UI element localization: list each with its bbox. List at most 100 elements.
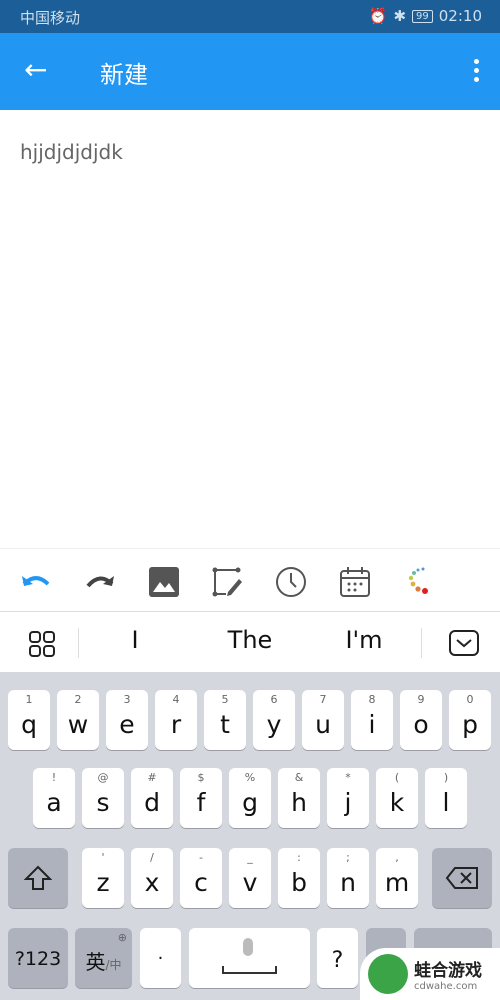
- language-key[interactable]: ⊕ 英/中: [75, 928, 132, 988]
- divider: [421, 628, 422, 658]
- key-label: l: [442, 788, 450, 817]
- keyboard: , m; n: b _ v - c / x ' z) l(k * j & h% g $ f # d @ s! a 0 p 9 o 8 i 7 u…: [0, 672, 500, 1000]
- key-secondary: 4: [172, 693, 180, 706]
- color-palette-icon[interactable]: [402, 565, 436, 599]
- key-z[interactable]: ' z: [82, 848, 124, 908]
- key-secondary: 7: [319, 693, 327, 706]
- key-n[interactable]: ; n: [327, 848, 369, 908]
- dot-key[interactable]: ·: [140, 928, 181, 988]
- suggestion-bar: I The I'm: [0, 612, 500, 672]
- alarm-icon: ⏰: [368, 7, 388, 25]
- battery-icon: 99: [412, 9, 433, 23]
- editor-toolbar: [0, 548, 500, 612]
- symbols-key[interactable]: ?123: [8, 928, 68, 988]
- key-label: f: [196, 788, 206, 817]
- more-options-icon[interactable]: [472, 59, 480, 82]
- key-g[interactable]: % g: [229, 768, 271, 828]
- bluetooth-icon: ✱: [393, 7, 407, 25]
- key-label: w: [67, 710, 89, 739]
- key-f[interactable]: $ f: [180, 768, 222, 828]
- globe-icon: ⊕: [117, 931, 127, 944]
- key-e[interactable]: 3e: [106, 690, 148, 750]
- key-q[interactable]: 1q: [8, 690, 50, 750]
- key-label: p: [462, 710, 478, 739]
- clock-time: 02:10: [438, 7, 482, 25]
- key-label: t: [220, 710, 230, 739]
- key-secondary: 5: [221, 693, 229, 706]
- key-i[interactable]: 8i: [351, 690, 393, 750]
- draw-icon[interactable]: [210, 565, 244, 599]
- key-label: ?: [331, 948, 344, 973]
- key-label: 英: [85, 950, 106, 974]
- key-secondary: 8: [368, 693, 376, 706]
- undo-icon[interactable]: [19, 565, 53, 599]
- key-w[interactable]: 2w: [57, 690, 99, 750]
- key-label: e: [119, 710, 135, 739]
- key-u[interactable]: 7u: [302, 690, 344, 750]
- space-bar-icon: [222, 966, 277, 974]
- key-x[interactable]: / x: [131, 848, 173, 908]
- status-bar: 中国移动 ⏰ ✱ 99 02:10: [0, 0, 500, 33]
- note-text[interactable]: hjjdjdjdjdk: [20, 140, 123, 164]
- key-m[interactable]: ,m: [376, 848, 418, 908]
- calendar-icon[interactable]: [338, 565, 372, 599]
- page-title: 新建: [100, 61, 148, 89]
- note-editor[interactable]: hjjdjdjdjdk: [0, 110, 500, 548]
- redo-icon[interactable]: [83, 565, 117, 599]
- key-p[interactable]: 0p: [449, 690, 491, 750]
- hide-keyboard-icon[interactable]: [449, 630, 479, 660]
- key-k[interactable]: (k: [376, 768, 418, 828]
- key-j[interactable]: * j: [327, 768, 369, 828]
- backspace-key[interactable]: [432, 848, 492, 908]
- key-label: z: [96, 868, 110, 897]
- key-label: s: [96, 788, 110, 817]
- suggestion-word[interactable]: I: [131, 626, 138, 654]
- watermark-name: 蛙合游戏: [414, 961, 482, 981]
- key-h[interactable]: & h: [278, 768, 320, 828]
- key-label: k: [389, 788, 405, 817]
- key-secondary: (: [394, 771, 400, 784]
- image-icon[interactable]: [147, 565, 181, 599]
- key-label: r: [170, 710, 182, 739]
- key-b[interactable]: :b: [278, 848, 320, 908]
- carrier: 中国移动: [20, 9, 81, 27]
- key-label: y: [266, 710, 282, 739]
- key-label: ·: [157, 948, 164, 969]
- key-secondary: &: [294, 771, 304, 784]
- key-secondary: _: [247, 851, 253, 864]
- key-y[interactable]: 6y: [253, 690, 295, 750]
- divider: [78, 628, 79, 658]
- key-label: v: [242, 868, 258, 897]
- clock-icon[interactable]: [274, 565, 308, 599]
- watermark-logo: 蛙合游戏 cdwahe.com: [360, 948, 500, 1000]
- key-v[interactable]: _ v: [229, 848, 271, 908]
- space-key[interactable]: [189, 928, 310, 988]
- key-a[interactable]: ! a: [33, 768, 75, 828]
- key-l[interactable]: ) l: [425, 768, 467, 828]
- key-r[interactable]: 4r: [155, 690, 197, 750]
- apps-grid-icon[interactable]: [29, 631, 55, 661]
- key-label: a: [46, 788, 62, 817]
- key-secondary: 0: [466, 693, 474, 706]
- key-secondary: ,: [395, 851, 399, 864]
- key-s[interactable]: @ s: [82, 768, 124, 828]
- key-c[interactable]: -c: [180, 848, 222, 908]
- suggestion-word[interactable]: I'm: [345, 626, 382, 654]
- shift-key[interactable]: [8, 848, 68, 908]
- key-label: b: [291, 868, 307, 897]
- frog-logo-icon: [368, 954, 408, 994]
- key-label: u: [315, 710, 331, 739]
- key-label: d: [144, 788, 160, 817]
- question-key[interactable]: ?: [317, 928, 358, 988]
- app-bar: ← 新建: [0, 33, 500, 110]
- key-d[interactable]: # d: [131, 768, 173, 828]
- key-secondary: -: [199, 851, 203, 864]
- key-label: i: [368, 710, 376, 739]
- back-arrow-icon[interactable]: ←: [24, 55, 47, 85]
- key-label: o: [413, 710, 429, 739]
- key-o[interactable]: 9o: [400, 690, 442, 750]
- key-secondary: !: [51, 771, 57, 784]
- key-t[interactable]: 5t: [204, 690, 246, 750]
- suggestion-word[interactable]: The: [228, 626, 273, 654]
- key-secondary: #: [147, 771, 157, 784]
